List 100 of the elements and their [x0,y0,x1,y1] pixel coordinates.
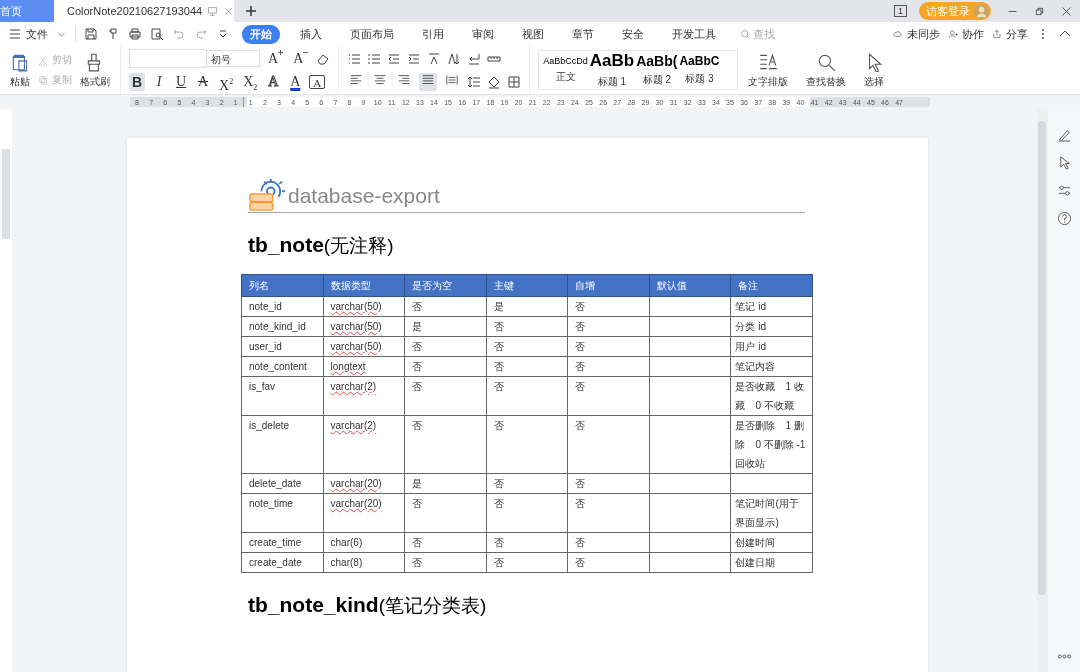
plus-icon [278,49,284,55]
bullet-list-icon[interactable] [347,51,362,66]
table-cell: varchar(50) [330,341,382,352]
share-action-button[interactable]: 分享 [992,26,1028,42]
table-cell: 否 [493,361,504,372]
table-cell: 否 [412,381,423,392]
search-field[interactable]: 查找 [753,28,793,40]
table-cell: varchar(20) [330,478,382,489]
italic-button[interactable]: I [151,72,167,91]
effect-button[interactable]: A [265,72,282,91]
style-h1-option[interactable]: AaBb 标题 1 [589,51,635,89]
sort-icon[interactable] [447,51,462,66]
table-cell: 否 [493,478,504,489]
paste-button[interactable]: 粘贴 [8,51,32,89]
font-size-field[interactable]: 初号 [206,50,260,67]
font-shrink-button[interactable]: A [291,49,311,68]
ribbon-tab[interactable]: 章节 [564,24,602,44]
help-icon[interactable] [1056,211,1072,226]
table-cell: 否 [493,537,504,548]
column-header: 默认值 [649,274,731,297]
file-menu[interactable]: 文件 [26,26,48,42]
menu-icon[interactable] [8,27,22,41]
font-family-field[interactable] [129,49,206,68]
table-cell: is_delete [249,420,290,431]
cloud-icon [893,28,904,40]
table-cell: 否 [575,301,586,312]
table-cell: longtext [330,361,366,372]
line-spacing-icon[interactable] [467,74,482,89]
restore-icon[interactable] [1034,5,1045,17]
indent-icon[interactable] [407,51,422,66]
database-gear-icon [248,178,286,212]
bold-button[interactable]: B [129,72,145,91]
underline-button[interactable]: U [173,72,189,91]
table-cell: 创建时间 [735,537,776,548]
ribbon-tab[interactable]: 开发工具 [664,24,724,44]
table-cell: 笔记内容 [735,361,776,372]
table-cell: varchar(50) [330,321,382,332]
print-icon[interactable] [128,27,142,41]
table-cell: 是否删除 1 删除 0 不删除 -1 回收站 [735,420,806,469]
style-h3-option[interactable]: AaBbC 标题 3 [679,54,720,86]
table-cell: 否 [575,537,586,548]
style-normal-option[interactable]: AaBbCcDd 正文 [543,56,588,84]
pen-icon[interactable] [1056,127,1072,142]
page-count-indicator[interactable]: 1 [894,5,907,17]
find-tool-button[interactable]: 查找替换 [804,51,849,89]
sliders-icon[interactable] [1056,183,1072,198]
ribbon-tab[interactable]: 开始 [242,24,280,44]
ribbon-tab[interactable]: 引用 [414,24,452,44]
close-icon[interactable] [223,5,235,17]
column-header: 列名 [241,274,324,297]
column-header: 数据类型 [323,274,405,297]
cloud-action-button[interactable]: 未同步 [893,26,940,42]
color-button[interactable]: A [287,72,304,91]
sup-button[interactable]: X$^{2}$ [217,72,236,91]
table-cell: 否 [412,301,423,312]
table-cell: note_id [249,301,282,312]
person-icon [948,28,959,40]
vertical-scrollbar[interactable] [1037,109,1047,672]
table-cell: 否 [493,381,504,392]
ribbon-tab[interactable]: 页面布局 [342,24,402,44]
font-grow-button[interactable]: A [266,49,286,68]
print-preview-icon[interactable] [150,27,164,41]
table-cell: delete_date [249,478,302,489]
save-icon[interactable] [84,27,98,41]
table-cell: create_date [249,557,302,568]
ribbon-tab[interactable]: 视图 [514,24,552,44]
table-cell: 否 [493,557,504,568]
new-tab-icon[interactable] [244,4,258,18]
document-tab[interactable]: ColorNote20210627193044 [54,0,234,22]
table-cell: 否 [412,537,423,548]
layout-icon [758,51,779,72]
outdent-icon[interactable] [387,51,402,66]
table-heading: tb_note_kind(笔记分类表) [248,593,488,618]
line-break-icon[interactable] [467,51,482,66]
table-cell: note_content [249,361,307,372]
minus-icon [303,49,309,55]
table-cell: user_id [249,341,282,352]
person-action-button[interactable]: 协作 [948,26,984,42]
table-cell: 否 [412,557,423,568]
brush-button[interactable]: 格式刷 [78,51,112,89]
borders-icon[interactable] [507,74,522,89]
strike-button[interactable]: A [195,72,211,91]
table-cell: 笔记时间(用于界面显示) [735,498,799,528]
style-h2-option[interactable]: AaBb( 标题 2 [636,53,678,87]
ribbon-tab[interactable]: 审阅 [464,24,502,44]
scissors-icon [38,54,49,66]
ribbon-tab[interactable]: 安全 [614,24,652,44]
align-justify-button[interactable] [419,72,438,91]
table-cell: 否 [493,498,504,509]
table-cell: varchar(2) [330,381,377,392]
text-direction-icon[interactable] [427,51,442,66]
table-cell: is_fav [249,381,276,392]
close-icon[interactable] [1061,5,1072,17]
numbered-list-icon[interactable] [367,51,382,66]
boxed-button[interactable]: A [309,74,326,89]
layout-tool-button[interactable]: 文字排版 [746,51,791,89]
ribbon-tab[interactable]: 插入 [292,24,330,44]
shading-icon[interactable] [487,74,502,89]
sub-button[interactable]: X$_{2}$ [241,72,260,91]
select-tool-button[interactable]: 选择 [862,51,887,89]
